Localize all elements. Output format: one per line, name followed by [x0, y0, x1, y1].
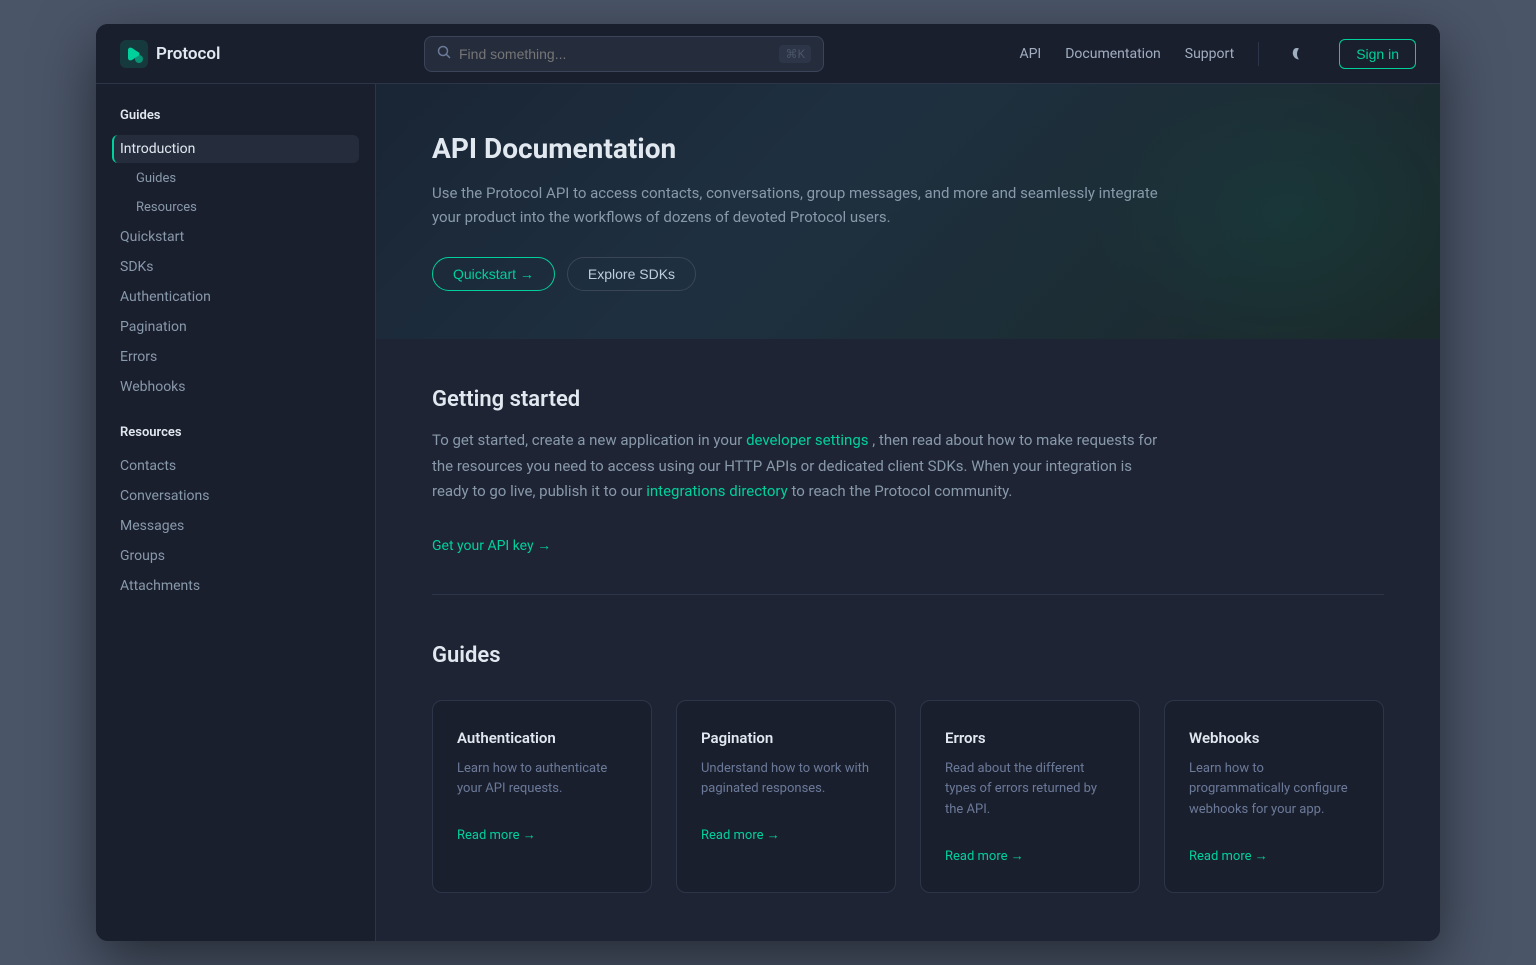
sign-in-button[interactable]: Sign in	[1339, 39, 1416, 69]
card-errors-read-more[interactable]: Read more →	[945, 848, 1024, 864]
sidebar-item-sdks[interactable]: SDKs	[112, 253, 359, 281]
sidebar-item-quickstart[interactable]: Quickstart	[112, 223, 359, 251]
card-errors: Errors Read about the different types of…	[920, 700, 1140, 893]
sidebar-item-errors[interactable]: Errors	[112, 343, 359, 371]
logo: Protocol	[120, 40, 400, 68]
sidebar: Guides Introduction Guides Resources Qui…	[96, 84, 376, 941]
header-nav: API Documentation Support Sign in	[1019, 38, 1416, 70]
card-webhooks-description: Learn how to programmatically configure …	[1189, 759, 1359, 821]
quickstart-button[interactable]: Quickstart →	[432, 257, 555, 291]
cards-grid: Authentication Learn how to authenticate…	[432, 700, 1384, 893]
sidebar-item-webhooks[interactable]: Webhooks	[112, 373, 359, 401]
nav-api[interactable]: API	[1019, 46, 1041, 62]
nav-documentation[interactable]: Documentation	[1065, 46, 1161, 62]
card-errors-description: Read about the different types of errors…	[945, 759, 1115, 821]
sidebar-item-contacts[interactable]: Contacts	[112, 452, 359, 480]
sidebar-item-resources[interactable]: Resources	[112, 194, 359, 221]
card-authentication-description: Learn how to authenticate your API reque…	[457, 759, 627, 801]
sidebar-item-attachments[interactable]: Attachments	[112, 572, 359, 600]
card-authentication: Authentication Learn how to authenticate…	[432, 700, 652, 893]
card-webhooks-read-more[interactable]: Read more →	[1189, 848, 1268, 864]
content-body: Getting started To get started, create a…	[376, 339, 1440, 941]
card-pagination-description: Understand how to work with paginated re…	[701, 759, 871, 801]
search-icon	[437, 45, 451, 63]
explore-sdks-button[interactable]: Explore SDKs	[567, 257, 696, 291]
sidebar-item-messages[interactable]: Messages	[112, 512, 359, 540]
app-window: Protocol ⌘K API Documentation Support	[96, 24, 1440, 941]
logo-text: Protocol	[156, 44, 220, 64]
sidebar-section-resources: Resources Contacts Conversations Message…	[112, 425, 359, 600]
card-pagination: Pagination Understand how to work with p…	[676, 700, 896, 893]
getting-started-text-1: To get started, create a new application…	[432, 431, 746, 449]
sidebar-item-conversations[interactable]: Conversations	[112, 482, 359, 510]
card-errors-title: Errors	[945, 729, 1115, 747]
card-webhooks-title: Webhooks	[1189, 729, 1359, 747]
guides-section-title: Guides	[432, 643, 1384, 668]
card-authentication-read-more[interactable]: Read more →	[457, 827, 536, 843]
nav-divider	[1258, 42, 1259, 66]
integrations-directory-link[interactable]: integrations directory	[646, 482, 788, 500]
section-divider	[432, 594, 1384, 595]
header: Protocol ⌘K API Documentation Support	[96, 24, 1440, 84]
getting-started-title: Getting started	[432, 387, 1384, 412]
hero-buttons: Quickstart → Explore SDKs	[432, 257, 1384, 291]
hero-title: API Documentation	[432, 132, 1384, 165]
get-api-key-link[interactable]: Get your API key →	[432, 537, 551, 554]
sidebar-item-groups[interactable]: Groups	[112, 542, 359, 570]
logo-icon	[120, 40, 148, 68]
hero-section: API Documentation Use the Protocol API t…	[376, 84, 1440, 339]
getting-started-description: To get started, create a new application…	[432, 428, 1172, 505]
search-input[interactable]	[459, 46, 771, 62]
search-bar[interactable]: ⌘K	[424, 36, 824, 72]
guides-cards-section: Guides Authentication Learn how to authe…	[432, 643, 1384, 893]
sidebar-item-guides[interactable]: Guides	[112, 165, 359, 192]
card-pagination-read-more[interactable]: Read more →	[701, 827, 780, 843]
nav-support[interactable]: Support	[1185, 46, 1234, 62]
card-webhooks: Webhooks Learn how to programmatically c…	[1164, 700, 1384, 893]
getting-started-section: Getting started To get started, create a…	[432, 387, 1384, 554]
sidebar-section-guides-title: Guides	[112, 108, 359, 123]
sidebar-item-pagination[interactable]: Pagination	[112, 313, 359, 341]
card-authentication-title: Authentication	[457, 729, 627, 747]
main-content: API Documentation Use the Protocol API t…	[376, 84, 1440, 941]
main-layout: Guides Introduction Guides Resources Qui…	[96, 84, 1440, 941]
theme-toggle-button[interactable]	[1283, 38, 1315, 70]
card-pagination-title: Pagination	[701, 729, 871, 747]
developer-settings-link[interactable]: developer settings	[746, 431, 868, 449]
sidebar-item-authentication[interactable]: Authentication	[112, 283, 359, 311]
sidebar-item-introduction[interactable]: Introduction	[112, 135, 359, 163]
getting-started-text-3: to reach the Protocol community.	[791, 482, 1012, 500]
hero-description: Use the Protocol API to access contacts,…	[432, 181, 1172, 229]
sidebar-section-resources-title: Resources	[112, 425, 359, 440]
sidebar-section-guides: Guides Introduction Guides Resources Qui…	[112, 108, 359, 401]
search-shortcut: ⌘K	[779, 45, 811, 63]
